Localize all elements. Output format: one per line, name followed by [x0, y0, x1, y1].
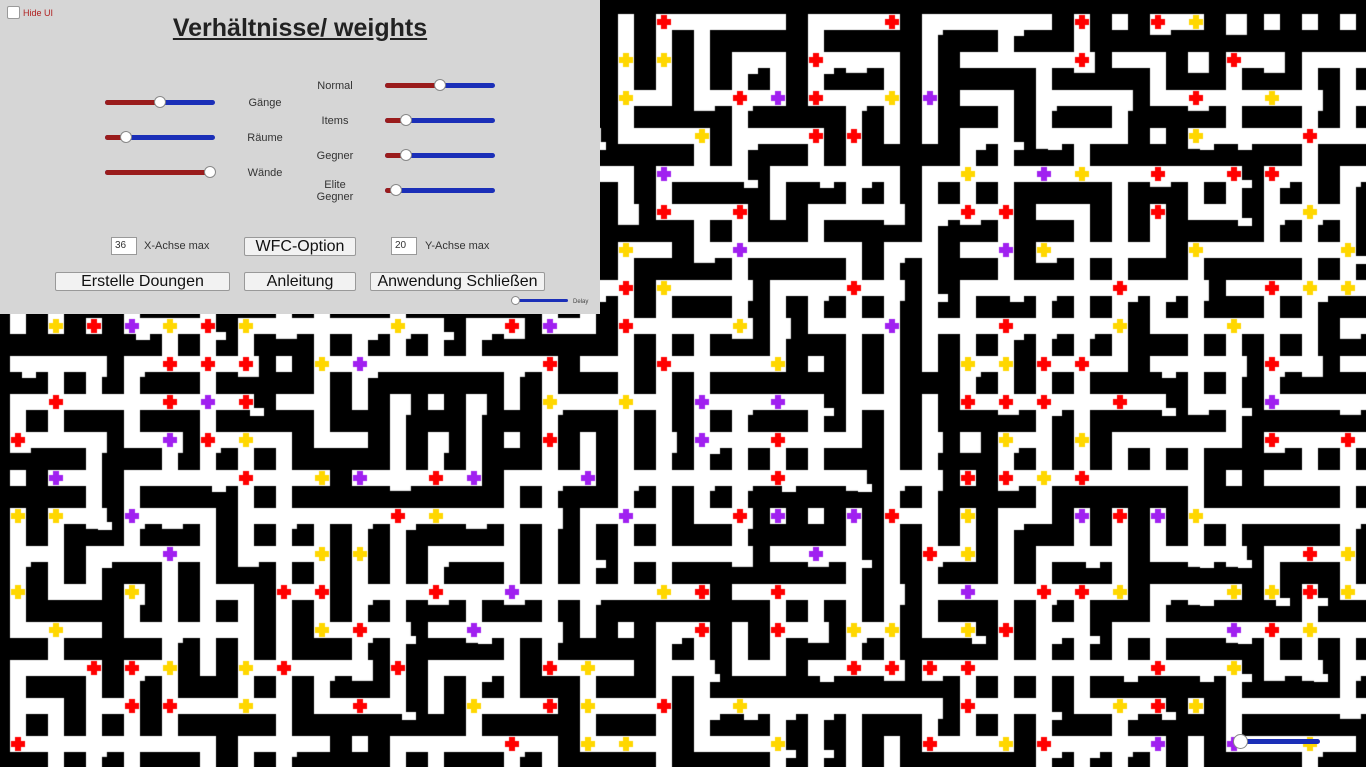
slider-knob[interactable] — [390, 184, 402, 196]
page-title: Verhältnisse/ weights — [172, 14, 428, 42]
slider-knob[interactable] — [154, 96, 166, 108]
corner-slider[interactable] — [1233, 734, 1320, 749]
y-axis-input[interactable]: 20 — [391, 237, 417, 255]
delay-slider[interactable] — [511, 296, 568, 306]
slider-fill — [105, 170, 210, 175]
slider-knob[interactable] — [434, 79, 446, 91]
weights-panel: Hide UI Verhältnisse/ weights Gänge Räum… — [0, 0, 600, 314]
slider-knob[interactable] — [1233, 734, 1248, 749]
slider-knob[interactable] — [203, 166, 216, 178]
delay-label: Delay — [573, 299, 589, 305]
slider-waende[interactable] — [105, 166, 216, 179]
slider-track — [1240, 739, 1320, 744]
slider-elite-gegner[interactable] — [385, 184, 495, 197]
label-items: Items — [321, 115, 349, 127]
label-elite-gegner: Elite Gegner — [316, 179, 354, 203]
slider-raeume[interactable] — [105, 131, 215, 144]
slider-fill — [105, 100, 160, 105]
slider-gegner[interactable] — [385, 149, 495, 162]
slider-knob[interactable] — [399, 149, 412, 161]
slider-knob[interactable] — [119, 131, 132, 143]
label-gaenge: Gänge — [248, 97, 282, 109]
label-normal: Normal — [317, 80, 353, 92]
slider-items[interactable] — [385, 114, 495, 127]
slider-normal[interactable] — [385, 79, 495, 92]
label-gegner: Gegner — [316, 150, 354, 162]
x-axis-label: X-Achse max — [144, 240, 210, 252]
slider-fill — [385, 83, 440, 88]
y-axis-label: Y-Achse max — [425, 240, 490, 252]
label-raeume: Räume — [247, 132, 283, 144]
x-axis-input[interactable]: 36 — [111, 237, 137, 255]
label-waende: Wände — [247, 167, 283, 179]
create-dungeon-button[interactable]: Erstelle Doungen — [55, 272, 230, 291]
guide-button[interactable]: Anleitung — [244, 272, 356, 291]
slider-gaenge[interactable] — [105, 96, 215, 109]
slider-track — [515, 299, 568, 302]
close-app-button[interactable]: Anwendung Schließen — [370, 272, 545, 291]
slider-knob[interactable] — [511, 296, 520, 305]
wfc-option-button[interactable]: WFC-Option — [244, 237, 356, 256]
slider-knob[interactable] — [399, 114, 412, 126]
